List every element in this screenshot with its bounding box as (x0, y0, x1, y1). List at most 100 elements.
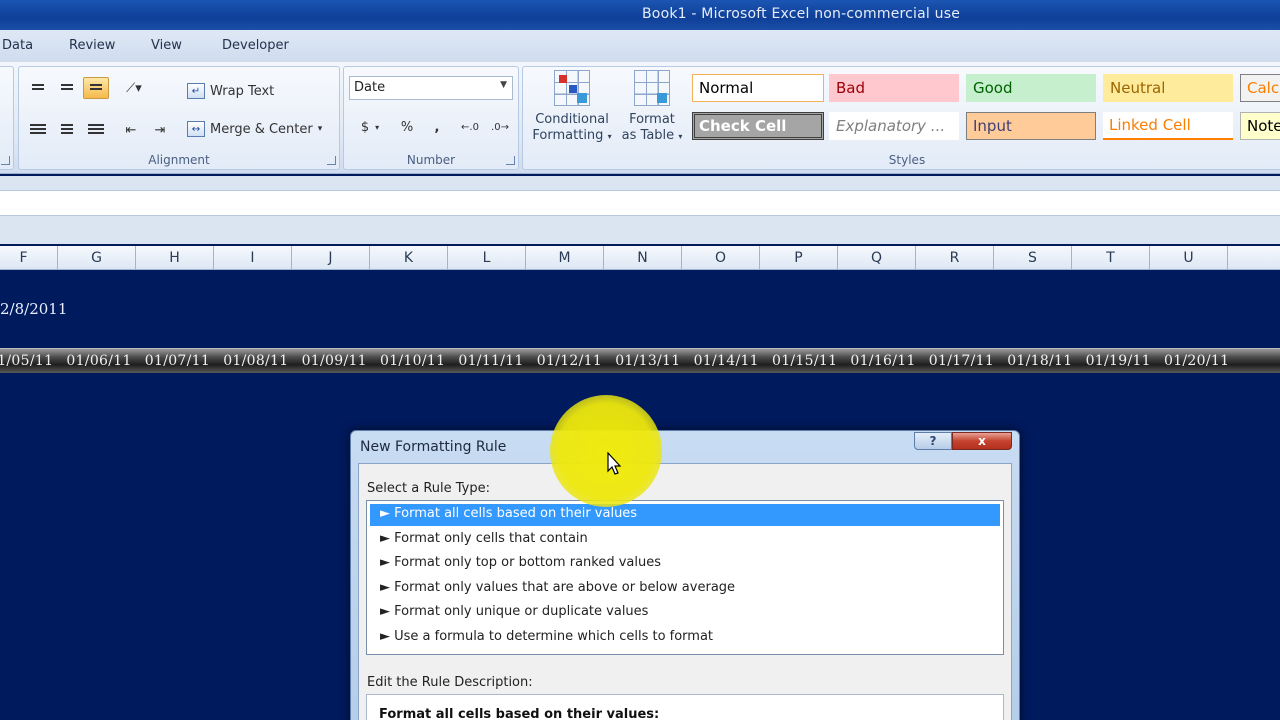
conditional-formatting-button[interactable]: Conditional Formatting ▾ (528, 70, 616, 145)
column-header-t[interactable]: T (1072, 246, 1150, 270)
chevron-down-icon: ▾ (678, 132, 683, 141)
align-middle-button[interactable] (54, 77, 80, 99)
date-row-cell[interactable]: 01/12/11 (537, 353, 602, 369)
cell-style-input[interactable]: Input (966, 112, 1096, 140)
comma-label: , (434, 119, 440, 135)
cell-style-normal[interactable]: Normal (692, 74, 824, 102)
increase-decimal-button[interactable]: ←.0 (457, 116, 483, 138)
font-group-partial (0, 66, 14, 170)
cell-style-linked-cell[interactable]: Linked Cell (1103, 112, 1233, 140)
currency-label: $ (360, 119, 370, 135)
font-dialog-launcher[interactable] (1, 156, 10, 165)
date-row-cell[interactable]: 01/07/11 (145, 353, 210, 369)
column-header-r[interactable]: R (916, 246, 994, 270)
decrease-decimal-button[interactable]: .0→ (487, 116, 513, 138)
column-header-u[interactable]: U (1150, 246, 1228, 270)
column-header-l[interactable]: L (448, 246, 526, 270)
date-row-cell[interactable]: 01/14/11 (694, 353, 759, 369)
date-row-cell[interactable]: 01/08/11 (223, 353, 288, 369)
number-format-select[interactable]: Date ▼ (349, 76, 513, 100)
currency-button[interactable]: $ ▾ (352, 116, 388, 138)
dialog-title: New Formatting Rule (360, 439, 507, 455)
date-row-cell[interactable]: 01/17/11 (929, 353, 994, 369)
column-header-m[interactable]: M (526, 246, 604, 270)
close-button[interactable]: x (952, 432, 1012, 450)
cell-style-explanatory[interactable]: Explanatory ... (829, 112, 959, 140)
chevron-down-icon: ▾ (607, 132, 612, 141)
date-row-cell[interactable]: 01/16/11 (850, 353, 915, 369)
column-header-q[interactable]: Q (838, 246, 916, 270)
rule-type-item[interactable]: ► Format only unique or duplicate values (370, 602, 1000, 624)
cell-style-note[interactable]: Note (1240, 112, 1280, 140)
align-left-icon (30, 124, 46, 136)
rule-type-item[interactable]: ► Use a formula to determine which cells… (370, 627, 1000, 649)
rule-type-item[interactable]: ► Format only top or bottom ranked value… (370, 553, 1000, 575)
wrap-text-button[interactable]: ↵ Wrap Text (187, 83, 274, 99)
column-header-o[interactable]: O (682, 246, 760, 270)
cell-style-good[interactable]: Good (966, 74, 1096, 102)
date-row-cell[interactable]: 01/10/11 (380, 353, 445, 369)
number-format-value: Date (354, 80, 386, 95)
column-header-j[interactable]: J (292, 246, 370, 270)
date-row-cell[interactable]: 01/11/11 (458, 353, 523, 369)
alignment-dialog-launcher[interactable] (327, 156, 336, 165)
rule-type-item[interactable]: ► Format all cells based on their values (370, 504, 1000, 526)
align-bottom-button[interactable] (83, 77, 109, 99)
rule-type-item[interactable]: ► Format only cells that contain (370, 529, 1000, 551)
align-right-button[interactable] (83, 119, 109, 141)
conditional-formatting-icon (554, 70, 590, 106)
chevron-down-icon: ▼ (500, 80, 507, 90)
align-left-button[interactable] (25, 119, 51, 141)
tab-data[interactable]: Data (2, 38, 33, 53)
tab-review[interactable]: Review (69, 38, 115, 53)
cell-style-calcu[interactable]: Calcu (1240, 74, 1280, 102)
tab-developer[interactable]: Developer (222, 38, 289, 53)
decrease-indent-button[interactable]: ⇤ (118, 119, 144, 141)
date-row-cell[interactable]: 01/20/11 (1164, 353, 1229, 369)
column-header-f[interactable]: F (0, 246, 58, 270)
align-top-button[interactable] (25, 77, 51, 99)
rule-type-list[interactable]: ► Format all cells based on their values… (366, 500, 1004, 655)
styles-group-label: Styles (888, 153, 926, 167)
increase-indent-icon: ⇥ (154, 122, 166, 138)
column-header-i[interactable]: I (214, 246, 292, 270)
rule-type-label: Select a Rule Type: (367, 481, 491, 496)
column-header-h[interactable]: H (136, 246, 214, 270)
date-cell[interactable]: 2/8/2011 (0, 300, 67, 318)
orientation-icon: ⟋▾ (126, 80, 142, 96)
increase-indent-button[interactable]: ⇥ (147, 119, 173, 141)
merge-center-button[interactable]: ↔ Merge & Center ▾ (187, 121, 322, 137)
tab-view[interactable]: View (151, 38, 182, 53)
rule-type-item[interactable]: ► Format only values that are above or b… (370, 578, 1000, 600)
alignment-group: ⟋▾ ⇤ ⇥ ↵ Wrap Text ↔ Merge & Center ▾ Al… (18, 66, 340, 170)
column-header-s[interactable]: S (994, 246, 1072, 270)
cursor-highlight (550, 395, 662, 507)
date-row-cell[interactable]: 01/19/11 (1086, 353, 1151, 369)
date-row-cell[interactable]: 01/15/11 (772, 353, 837, 369)
cell-style-check-cell[interactable]: Check Cell (692, 112, 824, 140)
help-button[interactable]: ? (914, 432, 952, 450)
orientation-button[interactable]: ⟋▾ (116, 77, 152, 99)
date-row-cell[interactable]: 01/05/11 (0, 353, 53, 369)
cell-style-neutral[interactable]: Neutral (1103, 74, 1233, 102)
number-dialog-launcher[interactable] (506, 156, 515, 165)
column-header-g[interactable]: G (58, 246, 136, 270)
align-center-button[interactable] (54, 119, 80, 141)
format-as-table-button[interactable]: Format as Table ▾ (618, 70, 686, 145)
formula-input[interactable] (0, 190, 1280, 216)
column-header-k[interactable]: K (370, 246, 448, 270)
column-header-n[interactable]: N (604, 246, 682, 270)
wrap-text-label: Wrap Text (210, 83, 275, 99)
column-headers: FGHIJKLMNOPQRSTU (0, 246, 1280, 270)
date-row-cell[interactable]: 01/09/11 (302, 353, 367, 369)
comma-button[interactable]: , (424, 116, 450, 138)
percent-button[interactable]: % (394, 116, 420, 138)
date-row: 01/05/11 01/06/11 01/07/11 01/08/11 01/09/11… (0, 348, 1280, 373)
ribbon-tabs: Data Review View Developer (0, 30, 1280, 62)
date-row-cell[interactable]: 01/18/11 (1007, 353, 1072, 369)
date-row-cell[interactable]: 01/13/11 (615, 353, 680, 369)
column-header-p[interactable]: P (760, 246, 838, 270)
date-row-cell[interactable]: 01/06/11 (66, 353, 131, 369)
cell-style-bad[interactable]: Bad (829, 74, 959, 102)
title-bar: Book1 - Microsoft Excel non-commercial u… (0, 0, 1280, 30)
